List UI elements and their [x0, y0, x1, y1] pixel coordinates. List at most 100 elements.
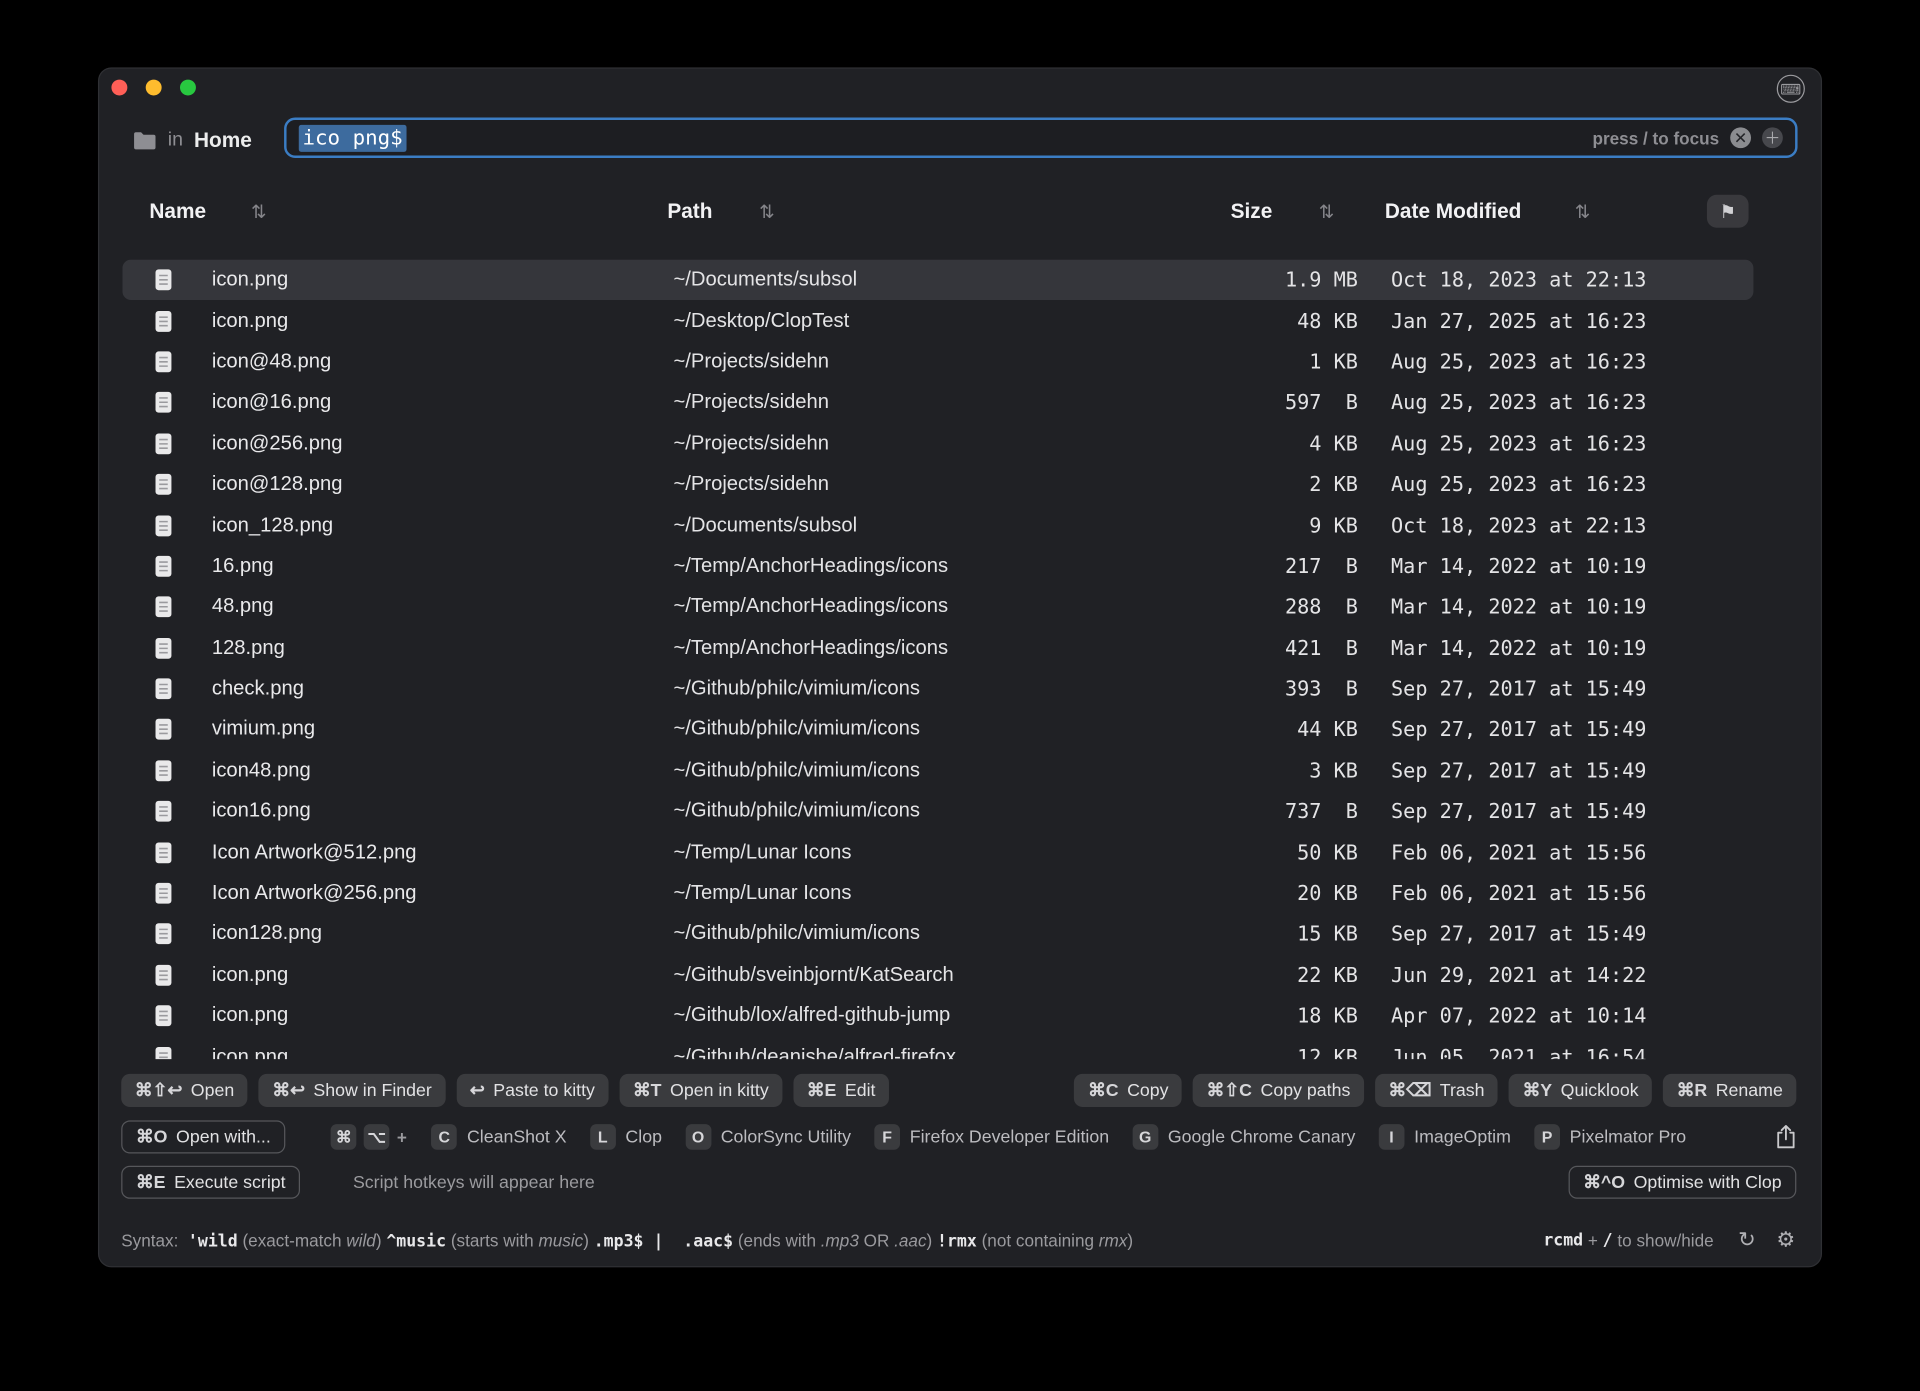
cell-name: icon@16.png	[212, 391, 674, 414]
table-row[interactable]: icon16.png~/Github/philc/vimium/icons737…	[122, 791, 1753, 832]
app-shortcut-clop[interactable]: LClop	[590, 1124, 662, 1150]
file-icon	[154, 595, 176, 618]
table-row[interactable]: icon.png~/Github/lox/alfred-github-jump …	[122, 996, 1753, 1037]
keyboard-access-icon[interactable]: ⌨	[1777, 75, 1805, 103]
table-row[interactable]: icon@48.png~/Projects/sidehn 1 KBAug 25,…	[122, 341, 1753, 382]
action-copy-paths[interactable]: ⌘⇧CCopy paths	[1193, 1074, 1364, 1107]
app-shortcut-pixelmator-pro[interactable]: PPixelmator Pro	[1534, 1124, 1686, 1150]
settings-gear-icon[interactable]: ⚙	[1776, 1228, 1795, 1252]
action-trash[interactable]: ⌘⌫Trash	[1375, 1074, 1498, 1107]
action-copy[interactable]: ⌘C Copy	[1074, 1074, 1182, 1107]
modifier-hint: ⌘ ⌥ +	[331, 1124, 407, 1150]
cell-name: icon@128.png	[212, 473, 674, 496]
screen: ⌨ in Home ico png$ press / to focus ✕ ＋ …	[0, 0, 1920, 1391]
action-show-in-finder[interactable]: ⌘↩Show in Finder	[259, 1074, 446, 1107]
execute-script-button[interactable]: ⌘E Execute script	[121, 1166, 300, 1199]
table-row[interactable]: icon128.png~/Github/philc/vimium/icons 1…	[122, 914, 1753, 955]
action-paste-to-kitty[interactable]: ↩Paste to kitty	[456, 1074, 608, 1107]
table-row[interactable]: icon.png~/Github/sveinbjornt/KatSearch 2…	[122, 955, 1753, 996]
cell-name: icon.png	[212, 1045, 674, 1059]
table-row[interactable]: icon@256.png~/Projects/sidehn 4 KBAug 25…	[122, 423, 1753, 464]
minimize-window-button[interactable]	[146, 80, 162, 96]
action-open[interactable]: ⌘⇧↩Open	[121, 1074, 247, 1107]
toggle-segment: /	[1603, 1231, 1613, 1251]
app-shortcut-imageoptim[interactable]: IImageOptim	[1379, 1124, 1511, 1150]
refresh-icon[interactable]: ↻	[1738, 1228, 1755, 1252]
open-with-button[interactable]: ⌘O Open with...	[121, 1120, 285, 1153]
cell-path: ~/Temp/Lunar Icons	[673, 882, 1077, 905]
app-shortcut-firefox-developer-edition[interactable]: FFirefox Developer Edition	[874, 1124, 1109, 1150]
table-row[interactable]: icon@16.png~/Projects/sidehn597 BAug 25,…	[122, 382, 1753, 423]
syntax-segment: (ends with	[733, 1230, 821, 1250]
table-row[interactable]: icon.png~/Documents/subsol1.9 MBOct 18, …	[122, 260, 1753, 301]
cell-name: check.png	[212, 677, 674, 700]
file-icon	[154, 350, 176, 373]
column-header-name[interactable]: Name	[149, 200, 206, 224]
cell-size: 4 KB	[1078, 432, 1391, 455]
action-rename[interactable]: ⌘RRename	[1663, 1074, 1796, 1107]
sort-icon-name[interactable]: ⇅	[251, 201, 266, 223]
action-open-in-kitty[interactable]: ⌘TOpen in kitty	[619, 1074, 782, 1107]
sort-icon-path[interactable]: ⇅	[759, 201, 774, 223]
app-shortcut-google-chrome-canary[interactable]: GGoogle Chrome Canary	[1132, 1124, 1355, 1150]
flag-filter-button[interactable]: ⚑	[1707, 195, 1749, 228]
file-icon	[154, 514, 176, 537]
cell-name: 48.png	[212, 595, 674, 618]
file-icon	[154, 636, 176, 659]
search-scope[interactable]: in Home	[132, 121, 252, 160]
action-edit[interactable]: ⌘EEdit	[793, 1074, 889, 1107]
syntax-segment: 'wild	[188, 1231, 238, 1251]
syntax-segment: (starts with	[446, 1230, 538, 1250]
optimise-with-clop-button[interactable]: ⌘^O Optimise with Clop	[1568, 1166, 1796, 1199]
column-header-path[interactable]: Path	[667, 200, 712, 224]
column-header-date-modified[interactable]: Date Modified	[1385, 200, 1521, 224]
action-label: Copy	[1127, 1081, 1168, 1101]
zoom-window-button[interactable]	[180, 80, 196, 96]
table-row[interactable]: icon.png~/Desktop/ClopTest 48 KBJan 27, …	[122, 300, 1753, 341]
table-row[interactable]: icon48.png~/Github/philc/vimium/icons 3 …	[122, 750, 1753, 791]
table-row[interactable]: vimium.png~/Github/philc/vimium/icons 44…	[122, 709, 1753, 750]
cell-size: 48 KB	[1078, 309, 1391, 332]
search-window: ⌨ in Home ico png$ press / to focus ✕ ＋ …	[98, 67, 1822, 1267]
add-filter-icon[interactable]: ＋	[1762, 127, 1783, 148]
cell-path: ~/Temp/AnchorHeadings/icons	[673, 555, 1077, 578]
column-header-size[interactable]: Size	[1231, 200, 1273, 224]
cell-path: ~/Projects/sidehn	[673, 473, 1077, 496]
hotkey-bar-primary: ⌘⇧↩Open ⌘↩Show in Finder ↩Paste to kitty ⌘T…	[121, 1074, 1796, 1107]
clear-search-icon[interactable]: ✕	[1730, 127, 1751, 148]
footer-bar: Syntax: 'wild (exact-match wild) ^music …	[121, 1228, 1795, 1252]
table-row[interactable]: icon_128.png~/Documents/subsol 9 KBOct 1…	[122, 505, 1753, 546]
sort-icon-size[interactable]: ⇅	[1319, 201, 1334, 223]
sort-icon-date-modified[interactable]: ⇅	[1575, 201, 1590, 223]
file-icon	[154, 677, 176, 700]
action-label: Show in Finder	[313, 1081, 431, 1101]
cell-size: 217 B	[1078, 555, 1391, 578]
table-row[interactable]: Icon Artwork@512.png~/Temp/Lunar Icons 5…	[122, 832, 1753, 873]
cell-name: icon48.png	[212, 759, 674, 782]
table-row[interactable]: 128.png~/Temp/AnchorHeadings/icons421 BM…	[122, 628, 1753, 669]
key-combo: ⌘^O	[1583, 1172, 1625, 1192]
key-combo: ⌘⇧C	[1207, 1081, 1252, 1101]
cell-size: 597 B	[1078, 391, 1391, 414]
app-shortcut-colorsync-utility[interactable]: OColorSync Utility	[685, 1124, 851, 1150]
close-window-button[interactable]	[111, 80, 127, 96]
table-row[interactable]: check.png~/Github/philc/vimium/icons393 …	[122, 668, 1753, 709]
table-row[interactable]: Icon Artwork@256.png~/Temp/Lunar Icons 2…	[122, 873, 1753, 914]
table-row[interactable]: icon.png~/Github/deanishe/alfred-firefox…	[122, 1036, 1753, 1059]
action-label: Paste to kitty	[493, 1081, 595, 1101]
action-quicklook[interactable]: ⌘YQuicklook	[1509, 1074, 1652, 1107]
cell-path: ~/Temp/Lunar Icons	[673, 841, 1077, 864]
search-input[interactable]: ico png$ press / to focus ✕ ＋	[284, 118, 1797, 158]
cell-path: ~/Github/philc/vimium/icons	[673, 718, 1077, 741]
syntax-segment: .mp3$	[594, 1231, 644, 1251]
table-row[interactable]: icon@128.png~/Projects/sidehn 2 KBAug 25…	[122, 464, 1753, 505]
cell-path: ~/Github/sveinbjornt/KatSearch	[673, 963, 1077, 986]
table-row[interactable]: 16.png~/Temp/AnchorHeadings/icons217 BMa…	[122, 546, 1753, 587]
scope-prefix: in	[168, 130, 183, 152]
cell-name: icon_128.png	[212, 514, 674, 537]
table-row[interactable]: 48.png~/Temp/AnchorHeadings/icons288 BMa…	[122, 587, 1753, 628]
cell-path: ~/Github/philc/vimium/icons	[673, 923, 1077, 946]
key-combo: ⌘C	[1088, 1081, 1119, 1101]
app-shortcut-cleanshot-x[interactable]: CCleanShot X	[431, 1124, 566, 1150]
share-button[interactable]	[1776, 1124, 1797, 1150]
